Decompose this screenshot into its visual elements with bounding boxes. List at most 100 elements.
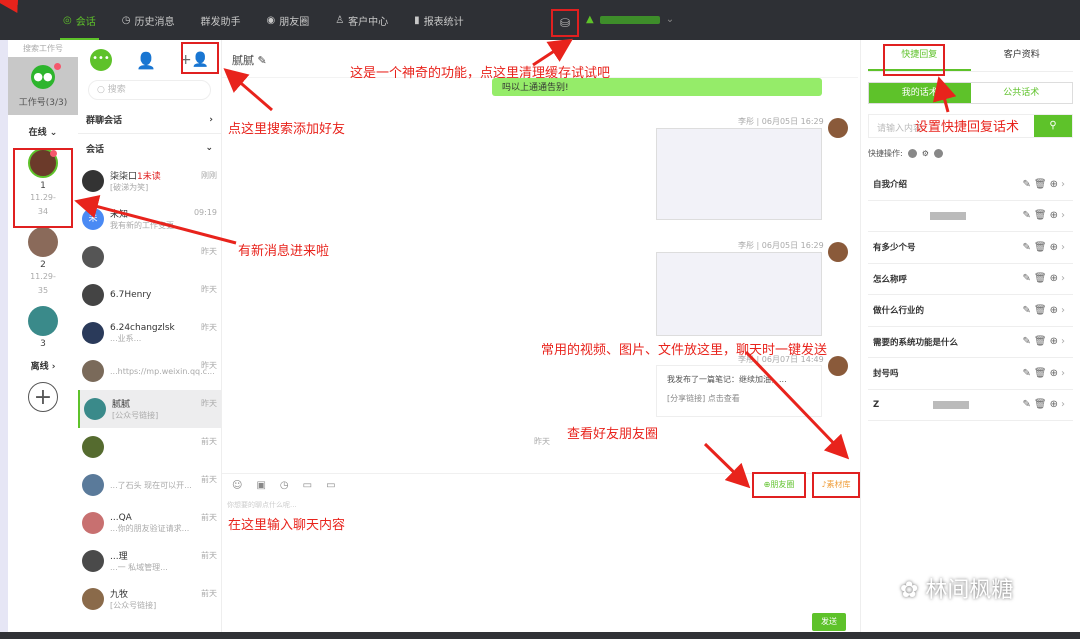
conversation-search-input[interactable]: ○ 搜索 [88,80,211,100]
moments-button[interactable]: ⊕朋友圈 [752,472,806,498]
quick-reply-item[interactable]: ✎🗑⊕› [868,201,1073,233]
edit-icon[interactable]: ✎ [258,54,267,67]
online-toggle[interactable]: 在线 ⌄ [8,125,78,138]
send-plus-icon[interactable]: ⊕ [1050,368,1061,379]
my-scripts-tab[interactable]: 我的话术 [869,83,971,103]
conversation-item[interactable]: 6.7Henry昨天 [78,276,221,314]
conversation-item[interactable]: ...理...一 私域管理...前天 [78,542,221,580]
work-account-item[interactable]: 211.29-35 [8,227,78,298]
nav-item-2[interactable]: 群发助手 [187,0,253,40]
gear-icon[interactable]: ⚙ [922,149,929,158]
trash-icon[interactable]: 🗑 [1034,336,1050,347]
quick-reply-item[interactable]: 有多少个号✎🗑⊕› [868,232,1073,264]
link-card-message[interactable]: 我发布了一篇笔记：继续加油，...[分享链接] 点击查看 [656,365,822,417]
image-icon[interactable]: ▣ [256,480,265,491]
add-icon[interactable] [908,149,917,158]
materials-button[interactable]: ♪素材库 [812,472,860,498]
folder-icon[interactable]: ▭ [303,480,312,491]
chevron-right-icon[interactable]: › [1061,210,1068,221]
message-input[interactable]: 你想要的聊点什么呢... [227,500,297,510]
send-plus-icon[interactable]: ⊕ [1050,273,1061,284]
emoji-icon[interactable]: ☺ [232,480,242,491]
edit-icon[interactable]: ✎ [1023,242,1034,253]
conversation-item[interactable]: 腻腻[公众号链接]昨天 [78,390,221,428]
nav-item-3[interactable]: ◉朋友圈 [253,0,322,40]
send-plus-icon[interactable]: ⊕ [1050,336,1061,347]
chevron-right-icon[interactable]: › [1061,305,1068,316]
person-icon: ♙ [335,15,344,26]
send-plus-icon[interactable]: ⊕ [1050,305,1061,316]
nav-label: 历史消息 [134,13,174,28]
quick-reply-item[interactable]: 怎么称呼✎🗑⊕› [868,264,1073,296]
quick-reply-item[interactable]: 需要的系统功能是什么✎🗑⊕› [868,327,1073,359]
offline-toggle[interactable]: 离线 › [8,359,78,372]
quick-reply-item[interactable]: 做什么行业的✎🗑⊕› [868,295,1073,327]
nav-item-4[interactable]: ♙客户中心 [322,0,401,40]
trash-icon[interactable]: 🗑 [1034,368,1050,379]
trash-icon[interactable]: 🗑 [1034,179,1050,190]
edit-icon[interactable]: ✎ [1023,179,1034,190]
conversation-item[interactable]: ...QA...你的朋友验证请求...前天 [78,504,221,542]
conversation-item[interactable]: 6.24changzlsk...业系...昨天 [78,314,221,352]
avatar [82,360,104,382]
nav-item-1[interactable]: ◷历史消息 [109,0,188,40]
send-plus-icon[interactable]: ⊕ [1050,210,1061,221]
edit-icon[interactable]: ✎ [1023,210,1034,221]
avatar [828,118,848,138]
clear-cache-button[interactable]: ⛁ [551,9,579,37]
work-account-item[interactable]: 3 [8,306,78,349]
trash-icon[interactable]: 🗑 [1034,399,1050,410]
send-plus-icon[interactable]: ⊕ [1050,179,1061,190]
send-plus-icon[interactable]: ⊕ [1050,242,1061,253]
chevron-right-icon[interactable]: › [1061,242,1068,253]
sessions-row[interactable]: 会话⌄ [78,134,221,162]
conversation-item[interactable]: 九牧[公众号链接]前天 [78,580,221,618]
group-chats-row[interactable]: 群聊会话› [78,106,221,134]
trash-icon[interactable]: 🗑 [1034,273,1050,284]
history-icon[interactable]: ◷ [280,480,289,491]
image-message[interactable] [656,128,822,220]
image-message[interactable] [656,252,822,336]
nav-item-0[interactable]: ◎会话 [50,0,109,40]
edit-icon[interactable]: ✎ [1023,336,1034,347]
edit-icon[interactable]: ✎ [1023,273,1034,284]
tab-customer-info[interactable]: 客户资料 [971,40,1074,71]
avatar [828,356,848,376]
search-button[interactable]: ⚲ [1034,115,1072,137]
reply-label: 自我介绍 [873,178,907,190]
add-account-button[interactable]: + [28,382,58,412]
annotation-input: 在这里输入聊天内容 [228,514,345,533]
send-button[interactable]: 发送 [812,613,846,631]
video-icon[interactable]: ▭ [326,480,335,491]
edit-icon[interactable]: ✎ [1023,305,1034,316]
send-plus-icon[interactable]: ⊕ [1050,399,1061,410]
account-search-input[interactable]: 搜索工作号 [8,40,78,57]
work-account-tab[interactable]: ●● 工作号(3/3) [8,57,78,115]
conversation-item[interactable]: 柒柒口1未读[破涕为笑]刚刚 [78,162,221,200]
chevron-right-icon[interactable]: › [1061,273,1068,284]
nav-label: 会话 [76,13,96,28]
quick-reply-item[interactable]: Z✎🗑⊕› [868,390,1073,422]
chevron-right-icon[interactable]: › [1061,336,1068,347]
edit-icon[interactable]: ✎ [1023,368,1034,379]
conversation-item[interactable]: 昨天 [78,238,221,276]
trash-icon[interactable]: 🗑 [1034,305,1050,316]
chat-tab-icon[interactable]: ••• [90,49,112,71]
edit-icon[interactable]: ✎ [1023,399,1034,410]
contacts-icon[interactable]: 👤 [136,51,156,70]
quick-reply-item[interactable]: 自我介绍 ✎🗑⊕› [868,169,1073,201]
chevron-right-icon[interactable]: › [1061,179,1068,190]
conversation-item[interactable]: ...了石头 现在可以开...前天 [78,466,221,504]
conversation-item[interactable]: ...https://mp.weixin.qq.c...昨天 [78,352,221,390]
conversation-item[interactable]: 未未知我有新的工作变更...09:19 [78,200,221,238]
public-scripts-tab[interactable]: 公共话术 [971,83,1073,103]
trash-icon[interactable]: 🗑 [1034,210,1050,221]
user-menu[interactable]: ▲⌄ [586,14,674,25]
chevron-right-icon[interactable]: › [1061,368,1068,379]
nav-item-5[interactable]: ▮报表统计 [401,0,477,40]
conversation-item[interactable]: 前天 [78,428,221,466]
quick-reply-item[interactable]: 封号吗✎🗑⊕› [868,358,1073,390]
trash-icon[interactable]: 🗑 [1034,242,1050,253]
chevron-right-icon[interactable]: › [1061,399,1068,410]
help-icon[interactable] [934,149,943,158]
